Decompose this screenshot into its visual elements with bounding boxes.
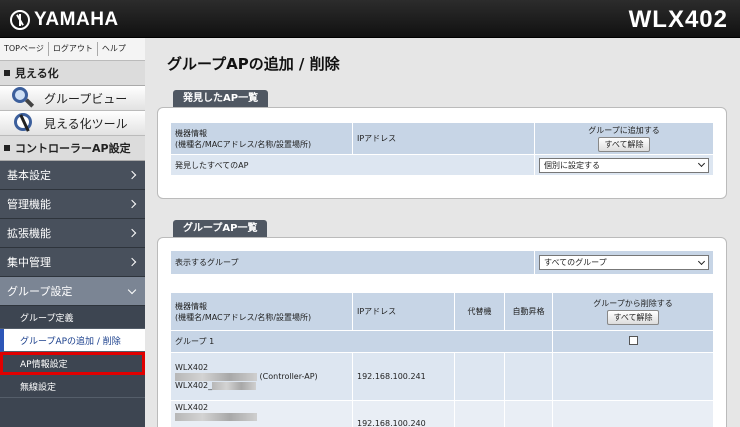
sidebar-item-extension[interactable]: 拡張機能 [0,219,145,248]
chevron-down-icon [127,285,137,294]
square-bullet-icon [4,145,10,151]
clear-all-button[interactable]: すべて解除 [598,137,650,152]
sidebar-subitem-wireless-settings[interactable]: 無線設定 [0,375,145,398]
chevron-right-icon [127,257,137,267]
magnifier-icon [10,86,35,110]
main-content: グループAPの追加 / 削除 発見したAP一覧 機器情報 (機種名/MACアドレス… [145,38,740,427]
device-info-header: 機器情報 (機種名/MACアドレス/名称/設置場所) [170,122,353,155]
logout-link[interactable]: ログアウト [49,42,98,56]
table-row: WLX402 192.168.100.240 [170,400,714,427]
ip-cell: 192.168.100.241 [352,352,455,401]
sidebar: TOPページ ログアウト ヘルプ 見える化 グループビュー 見える化ツール コン… [0,38,145,427]
sidebar-subitem-group-ap-add-remove[interactable]: グループAPの追加 / 削除 [0,329,145,352]
group-row-label: グループ 1 [170,330,553,353]
tool-icon [10,111,34,135]
help-link[interactable]: ヘルプ [98,42,130,56]
all-found-ap-label: 発見したすべてのAP [170,154,535,176]
auto-promote-header: 自動昇格 [504,292,553,331]
sidebar-item-group-settings[interactable]: グループ設定 [0,277,145,306]
device-info-cell: WLX402 (Controller-AP) WLX402_ [170,352,353,401]
group-remove-checkbox[interactable] [628,336,638,345]
sidebar-subitem-ap-info-settings[interactable]: AP情報設定 [0,352,145,375]
redacted-name [212,381,257,390]
device-info-header: 機器情報 (機種名/MACアドレス/名称/設置場所) [170,292,353,331]
yamaha-logo: YAMAHA [10,9,119,31]
show-group-label: 表示するグループ [170,250,535,275]
clear-all-button[interactable]: すべて解除 [607,310,659,325]
top-page-link[interactable]: TOPページ [0,42,49,56]
substitute-header: 代替機 [454,292,505,331]
found-ap-table: 機器情報 (機種名/MACアドレス/名称/設置場所) IPアドレス グループに追加… [170,122,714,176]
page-title: グループAPの追加 / 削除 [167,55,340,73]
chevron-right-icon [127,228,137,238]
all-found-ap-select[interactable]: 個別に設定する [539,157,709,173]
section-visualization: 見える化 [0,61,145,86]
group-ap-table: 機器情報 (機種名/MACアドレス/名称/設置場所) IPアドレス 代替機 自動昇… [170,292,714,427]
sidebar-item-management[interactable]: 管理機能 [0,190,145,219]
sidebar-item-visualization-tool[interactable]: 見える化ツール [0,111,145,136]
section-controller-ap: コントローラーAP設定 [0,136,145,161]
add-to-group-header: グループに追加する すべて解除 [534,122,714,155]
group-ap-tab: グループAP一覧 [173,220,268,237]
device-info-cell: WLX402 [170,400,353,427]
group-ap-panel: 表示するグループ すべてのグループ 機器情報 (機種名/MACアドレス/名称/設置… [157,237,727,427]
show-group-select[interactable]: すべてのグループ [539,255,709,270]
tuning-fork-icon [10,10,30,30]
found-ap-tab: 発見したAP一覧 [173,90,269,107]
chevron-right-icon [127,199,137,209]
ip-address-header: IPアドレス [352,292,455,331]
app-header: YAMAHA WLX402 [0,0,740,38]
chevron-right-icon [127,170,137,180]
redacted-mac [175,372,257,381]
remove-from-group-header: グループから削除する すべて解除 [552,292,714,331]
sidebar-item-group-view[interactable]: グループビュー [0,86,145,111]
model-name: WLX402 [628,6,728,33]
found-ap-panel: 機器情報 (機種名/MACアドレス/名称/設置場所) IPアドレス グループに追加… [157,107,727,199]
ip-cell: 192.168.100.240 [352,400,455,427]
sidebar-subitem-group-definition[interactable]: グループ定義 [0,306,145,329]
sidebar-item-basic-settings[interactable]: 基本設定 [0,161,145,190]
square-bullet-icon [4,70,10,76]
table-row: WLX402 (Controller-AP) WLX402_ 192.168.1… [170,352,714,401]
redacted-mac [175,412,257,421]
chevron-down-icon [697,159,706,168]
group-filter-table: 表示するグループ すべてのグループ [170,250,714,275]
logo-text: YAMAHA [34,9,119,30]
sidebar-item-central-management[interactable]: 集中管理 [0,248,145,277]
chevron-down-icon [697,257,706,265]
ip-address-header: IPアドレス [352,122,535,155]
top-links: TOPページ ログアウト ヘルプ [0,38,145,61]
